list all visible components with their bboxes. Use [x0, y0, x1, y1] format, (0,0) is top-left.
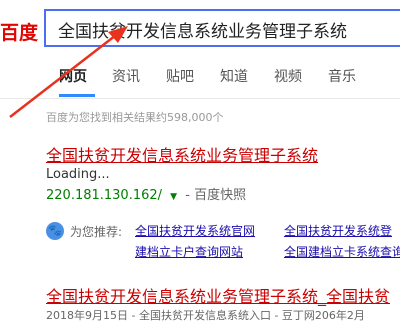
result-url: 220.181.130.162/: [46, 188, 163, 203]
loading-text: Loading...: [46, 167, 110, 182]
search-query-text[interactable]: 全国扶贫开发信息系统业务管理子系统: [58, 17, 347, 42]
tab-tieba[interactable]: 贴吧: [166, 66, 194, 86]
tab-web[interactable]: 网页: [59, 66, 87, 86]
tab-bar: 网页 资讯 贴吧 知道 视频 音乐: [0, 50, 400, 99]
search-input[interactable]: 全国扶贫开发信息系统业务管理子系统: [44, 9, 400, 47]
result-snippet-2: 2018年9月15日 - 全国扶贫开发信息系统入口 - 豆丁网206年2月: [46, 309, 365, 322]
recommend-link[interactable]: 建档立卡户查询网站: [135, 243, 243, 260]
recommend-link[interactable]: 全国扶贫开发系统官网: [135, 222, 255, 239]
tab-music[interactable]: 音乐: [328, 66, 356, 86]
baidu-logo[interactable]: 百度: [0, 18, 38, 45]
separator: -: [185, 188, 195, 203]
tab-video[interactable]: 视频: [274, 66, 302, 86]
tab-news[interactable]: 资讯: [112, 66, 140, 86]
recommend-label: 为您推荐:: [70, 225, 123, 239]
active-tab-indicator: [59, 94, 95, 97]
tab-zhidao[interactable]: 知道: [220, 66, 248, 86]
header: 百度 全国扶贫开发信息系统业务管理子系统: [0, 0, 400, 50]
result-title-2[interactable]: 全国扶贫开发信息系统业务管理子系统_全国扶贫: [46, 283, 390, 307]
chevron-down-icon[interactable]: ▼: [170, 192, 177, 202]
result-title-1[interactable]: 全国扶贫开发信息系统业务管理子系统: [46, 142, 318, 166]
results-count: 百度为您找到相关结果约598,000个: [46, 111, 224, 124]
paw-icon: 🐾: [46, 222, 64, 240]
recommend-link[interactable]: 全国扶贫开发系统登: [284, 222, 392, 239]
recommend-link[interactable]: 全国建档立卡系统查询: [284, 243, 400, 260]
snapshot-link[interactable]: 百度快照: [194, 188, 246, 203]
result-url-line: 220.181.130.162/ ▼ - 百度快照: [46, 184, 246, 203]
